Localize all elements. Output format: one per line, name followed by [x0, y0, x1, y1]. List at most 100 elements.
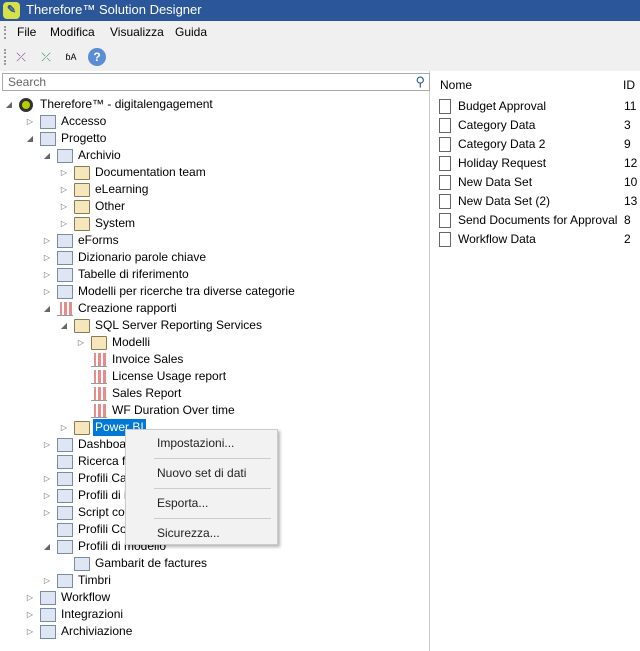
tree-node-label: eForms: [78, 233, 119, 247]
list-item[interactable]: Budget Approval 11: [433, 97, 640, 116]
collapse-icon[interactable]: ◢: [42, 538, 52, 555]
tree-node[interactable]: ▷ Timbri: [0, 572, 428, 589]
tree-node[interactable]: ▷ Dizionario parole chiave: [0, 249, 428, 266]
expand-icon[interactable]: ▷: [59, 181, 69, 198]
tree-node[interactable]: ▷ Other: [0, 198, 428, 215]
menu-file[interactable]: File: [17, 21, 36, 44]
deploy-icon[interactable]: ⤫: [12, 48, 30, 66]
menu-item-nuovo-set-di-dati[interactable]: Nuovo set di dati: [157, 466, 246, 480]
tree-node[interactable]: ▷ Workflow: [0, 589, 428, 606]
data-set-list: Nome ID Budget Approval 11 Category Data 3 C…: [433, 71, 640, 651]
expand-icon[interactable]: ▷: [42, 470, 52, 487]
help-icon[interactable]: ?: [88, 48, 106, 66]
report-icon: [91, 353, 107, 367]
tree-node-label: Therefore™ - digitalengagement: [40, 97, 213, 111]
gen-icon: [57, 523, 73, 537]
gen-icon: [57, 438, 73, 452]
menu-item-sicurezza[interactable]: Sicurezza...: [157, 526, 220, 540]
gen-icon: [74, 557, 90, 571]
tree-node[interactable]: Sales Report: [0, 385, 428, 402]
tree-node[interactable]: ◢ Archivio: [0, 147, 428, 164]
expand-icon[interactable]: ▷: [25, 113, 35, 130]
search-input[interactable]: Search ⚲: [2, 73, 430, 91]
import-icon[interactable]: ⤫: [37, 48, 55, 66]
expand-icon[interactable]: ▷: [42, 436, 52, 453]
expand-icon[interactable]: ▷: [76, 334, 86, 351]
expand-icon[interactable]: ▷: [42, 232, 52, 249]
document-icon: [439, 118, 451, 133]
expand-icon[interactable]: ▷: [59, 164, 69, 181]
list-item[interactable]: New Data Set 10: [433, 173, 640, 192]
expand-icon[interactable]: ▷: [59, 198, 69, 215]
list-item[interactable]: Holiday Request 12: [433, 154, 640, 173]
list-item[interactable]: New Data Set (2) 13: [433, 192, 640, 211]
collapse-icon[interactable]: ◢: [42, 147, 52, 164]
report-icon: [91, 404, 107, 418]
tree-node-label: Documentation team: [95, 165, 206, 179]
expand-icon[interactable]: ▷: [25, 623, 35, 640]
list-item[interactable]: Workflow Data 2: [433, 230, 640, 249]
menu-item-impostazioni[interactable]: Impostazioni...: [157, 436, 234, 450]
tree-node[interactable]: Gambarit de factures: [0, 555, 428, 572]
report-icon: [91, 387, 107, 401]
gen-icon: [57, 455, 73, 469]
gen-icon: [40, 115, 56, 129]
expand-icon[interactable]: ▷: [42, 504, 52, 521]
item-name: Budget Approval: [458, 99, 547, 113]
tree-node[interactable]: ◢ Progetto: [0, 130, 428, 147]
tree-node[interactable]: ▷ Tabelle di riferimento: [0, 266, 428, 283]
expand-icon[interactable]: ▷: [42, 283, 52, 300]
list-item[interactable]: Category Data 2 9: [433, 135, 640, 154]
tree-node[interactable]: ▷ Modelli per ricerche tra diverse catego…: [0, 283, 428, 300]
tree-node[interactable]: ▷ Documentation team: [0, 164, 428, 181]
gen-icon: [57, 506, 73, 520]
expand-icon[interactable]: ▷: [59, 419, 69, 436]
tree-node[interactable]: ▷ eLearning: [0, 181, 428, 198]
expand-icon[interactable]: ▷: [42, 487, 52, 504]
collapse-icon[interactable]: ◢: [42, 300, 52, 317]
tree-node[interactable]: ▷ Integrazioni: [0, 606, 428, 623]
expand-icon[interactable]: ▷: [42, 572, 52, 589]
tree-node-label: Gambarit de factures: [95, 556, 208, 570]
tree-node[interactable]: ◢ Creazione rapporti: [0, 300, 428, 317]
tree-node[interactable]: ▷ eForms: [0, 232, 428, 249]
column-header-id[interactable]: ID: [623, 78, 635, 92]
column-header-name[interactable]: Nome: [440, 78, 472, 92]
expand-icon[interactable]: ▷: [42, 249, 52, 266]
tree-node[interactable]: ▷ System: [0, 215, 428, 232]
tree-node[interactable]: ▷ Archiviazione: [0, 623, 428, 640]
report-icon: [57, 302, 73, 316]
item-name: Category Data: [458, 118, 536, 132]
menu-item-esporta[interactable]: Esporta...: [157, 496, 208, 510]
tree-node-label: SQL Server Reporting Services: [95, 318, 262, 332]
tree-node[interactable]: ◢ Therefore™ - digitalengagement: [0, 96, 428, 113]
list-item[interactable]: Send Documents for Approval 8: [433, 211, 640, 230]
list-item[interactable]: Category Data 3: [433, 116, 640, 135]
menu-grip: [4, 26, 6, 39]
search-icon[interactable]: ⚲: [415, 74, 425, 90]
tree-node[interactable]: WF Duration Over time: [0, 402, 428, 419]
tree-node[interactable]: License Usage report: [0, 368, 428, 385]
toolbar-grip: [4, 49, 6, 65]
collapse-icon[interactable]: ◢: [59, 317, 69, 334]
collapse-icon[interactable]: ◢: [4, 96, 14, 113]
expand-icon[interactable]: ▷: [42, 266, 52, 283]
translate-icon[interactable]: ɓA: [62, 48, 80, 66]
tree-node-label: Modelli: [112, 335, 151, 349]
expand-icon[interactable]: ▷: [59, 215, 69, 232]
tree-node[interactable]: ◢ SQL Server Reporting Services: [0, 317, 428, 334]
expand-icon[interactable]: ▷: [25, 606, 35, 623]
folder-icon: [74, 319, 90, 333]
tree-node[interactable]: Invoice Sales: [0, 351, 428, 368]
tree-node[interactable]: ▷ Modelli: [0, 334, 428, 351]
title-bar: ✎ Therefore™ Solution Designer: [0, 0, 640, 21]
document-icon: [439, 213, 451, 228]
collapse-icon[interactable]: ◢: [25, 130, 35, 147]
tree-node-label: Sales Report: [112, 386, 182, 400]
menu-guida[interactable]: Guida: [175, 21, 207, 44]
menu-modifica[interactable]: Modifica: [50, 21, 95, 44]
expand-icon[interactable]: ▷: [25, 589, 35, 606]
menu-visualizza[interactable]: Visualizza: [110, 21, 164, 44]
menu-bar: File Modifica Visualizza Guida: [0, 21, 640, 44]
tree-node[interactable]: ▷ Accesso: [0, 113, 428, 130]
